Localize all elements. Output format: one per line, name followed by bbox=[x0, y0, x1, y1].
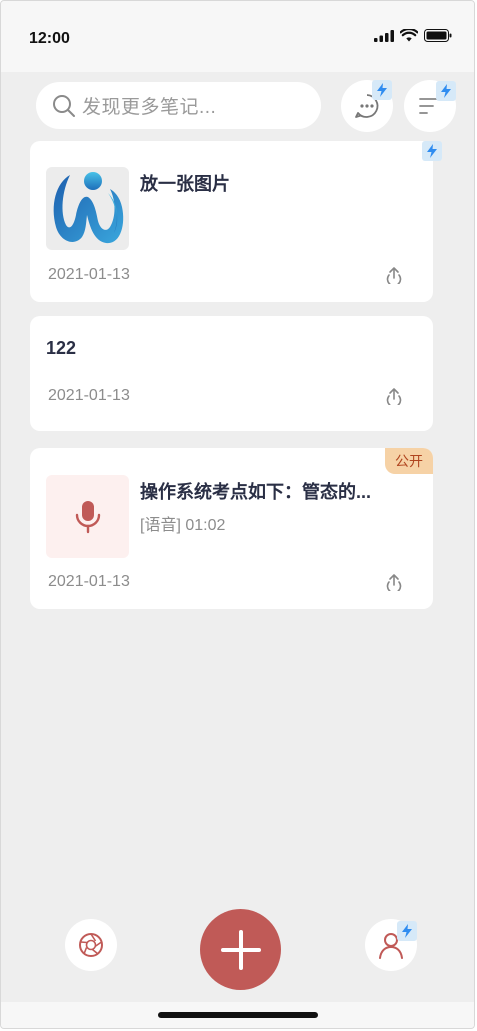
search-bar[interactable]: 发现更多笔记... bbox=[36, 82, 321, 129]
note-date: 2021-01-13 bbox=[48, 573, 130, 590]
voice-duration: [语音] 01:02 bbox=[140, 517, 226, 534]
note-card[interactable]: 放一张图片 2021-01-13 bbox=[30, 141, 433, 302]
wifi-icon bbox=[400, 29, 418, 42]
bolt-badge bbox=[397, 921, 417, 941]
note-image-thumbnail bbox=[46, 167, 129, 250]
microphone-icon bbox=[75, 500, 100, 533]
status-bar: 12:00 bbox=[1, 1, 474, 72]
app-logo-icon bbox=[53, 172, 124, 244]
bolt-badge bbox=[422, 141, 442, 161]
note-title: 122 bbox=[46, 338, 77, 358]
note-title: 放一张图片 bbox=[140, 174, 230, 194]
bolt-icon bbox=[441, 84, 451, 98]
note-title: 操作系统考点如下：管态的... bbox=[140, 482, 372, 502]
search-icon bbox=[53, 94, 75, 117]
bolt-icon bbox=[402, 924, 412, 938]
search-placeholder: 发现更多笔记... bbox=[82, 97, 217, 118]
plus-icon bbox=[220, 929, 261, 970]
battery-icon bbox=[424, 29, 452, 42]
add-note-button[interactable] bbox=[200, 909, 281, 990]
status-time: 12:00 bbox=[29, 30, 70, 47]
bolt-icon bbox=[377, 83, 387, 97]
status-icons bbox=[374, 29, 452, 42]
signal-icon bbox=[374, 29, 394, 42]
note-card[interactable]: 122 2021-01-13 bbox=[30, 316, 433, 431]
share-icon[interactable] bbox=[385, 266, 403, 284]
share-icon[interactable] bbox=[385, 573, 403, 591]
aperture-icon bbox=[79, 933, 103, 957]
phone-screen: 12:00 发现更多笔记... 放一张图片 2021-01-13 122 202… bbox=[0, 0, 475, 1029]
voice-thumbnail bbox=[46, 475, 129, 558]
note-date: 2021-01-13 bbox=[48, 387, 130, 404]
bolt-badge bbox=[372, 80, 392, 100]
bolt-icon bbox=[427, 144, 437, 158]
public-tag: 公开 bbox=[385, 448, 433, 474]
camera-button[interactable] bbox=[65, 919, 117, 971]
note-card[interactable]: 公开 操作系统考点如下：管态的... [语音] 01:02 2021-01-13 bbox=[30, 448, 433, 609]
bolt-badge bbox=[436, 81, 456, 101]
share-icon[interactable] bbox=[385, 387, 403, 405]
home-indicator bbox=[158, 1012, 318, 1018]
note-date: 2021-01-13 bbox=[48, 266, 130, 283]
